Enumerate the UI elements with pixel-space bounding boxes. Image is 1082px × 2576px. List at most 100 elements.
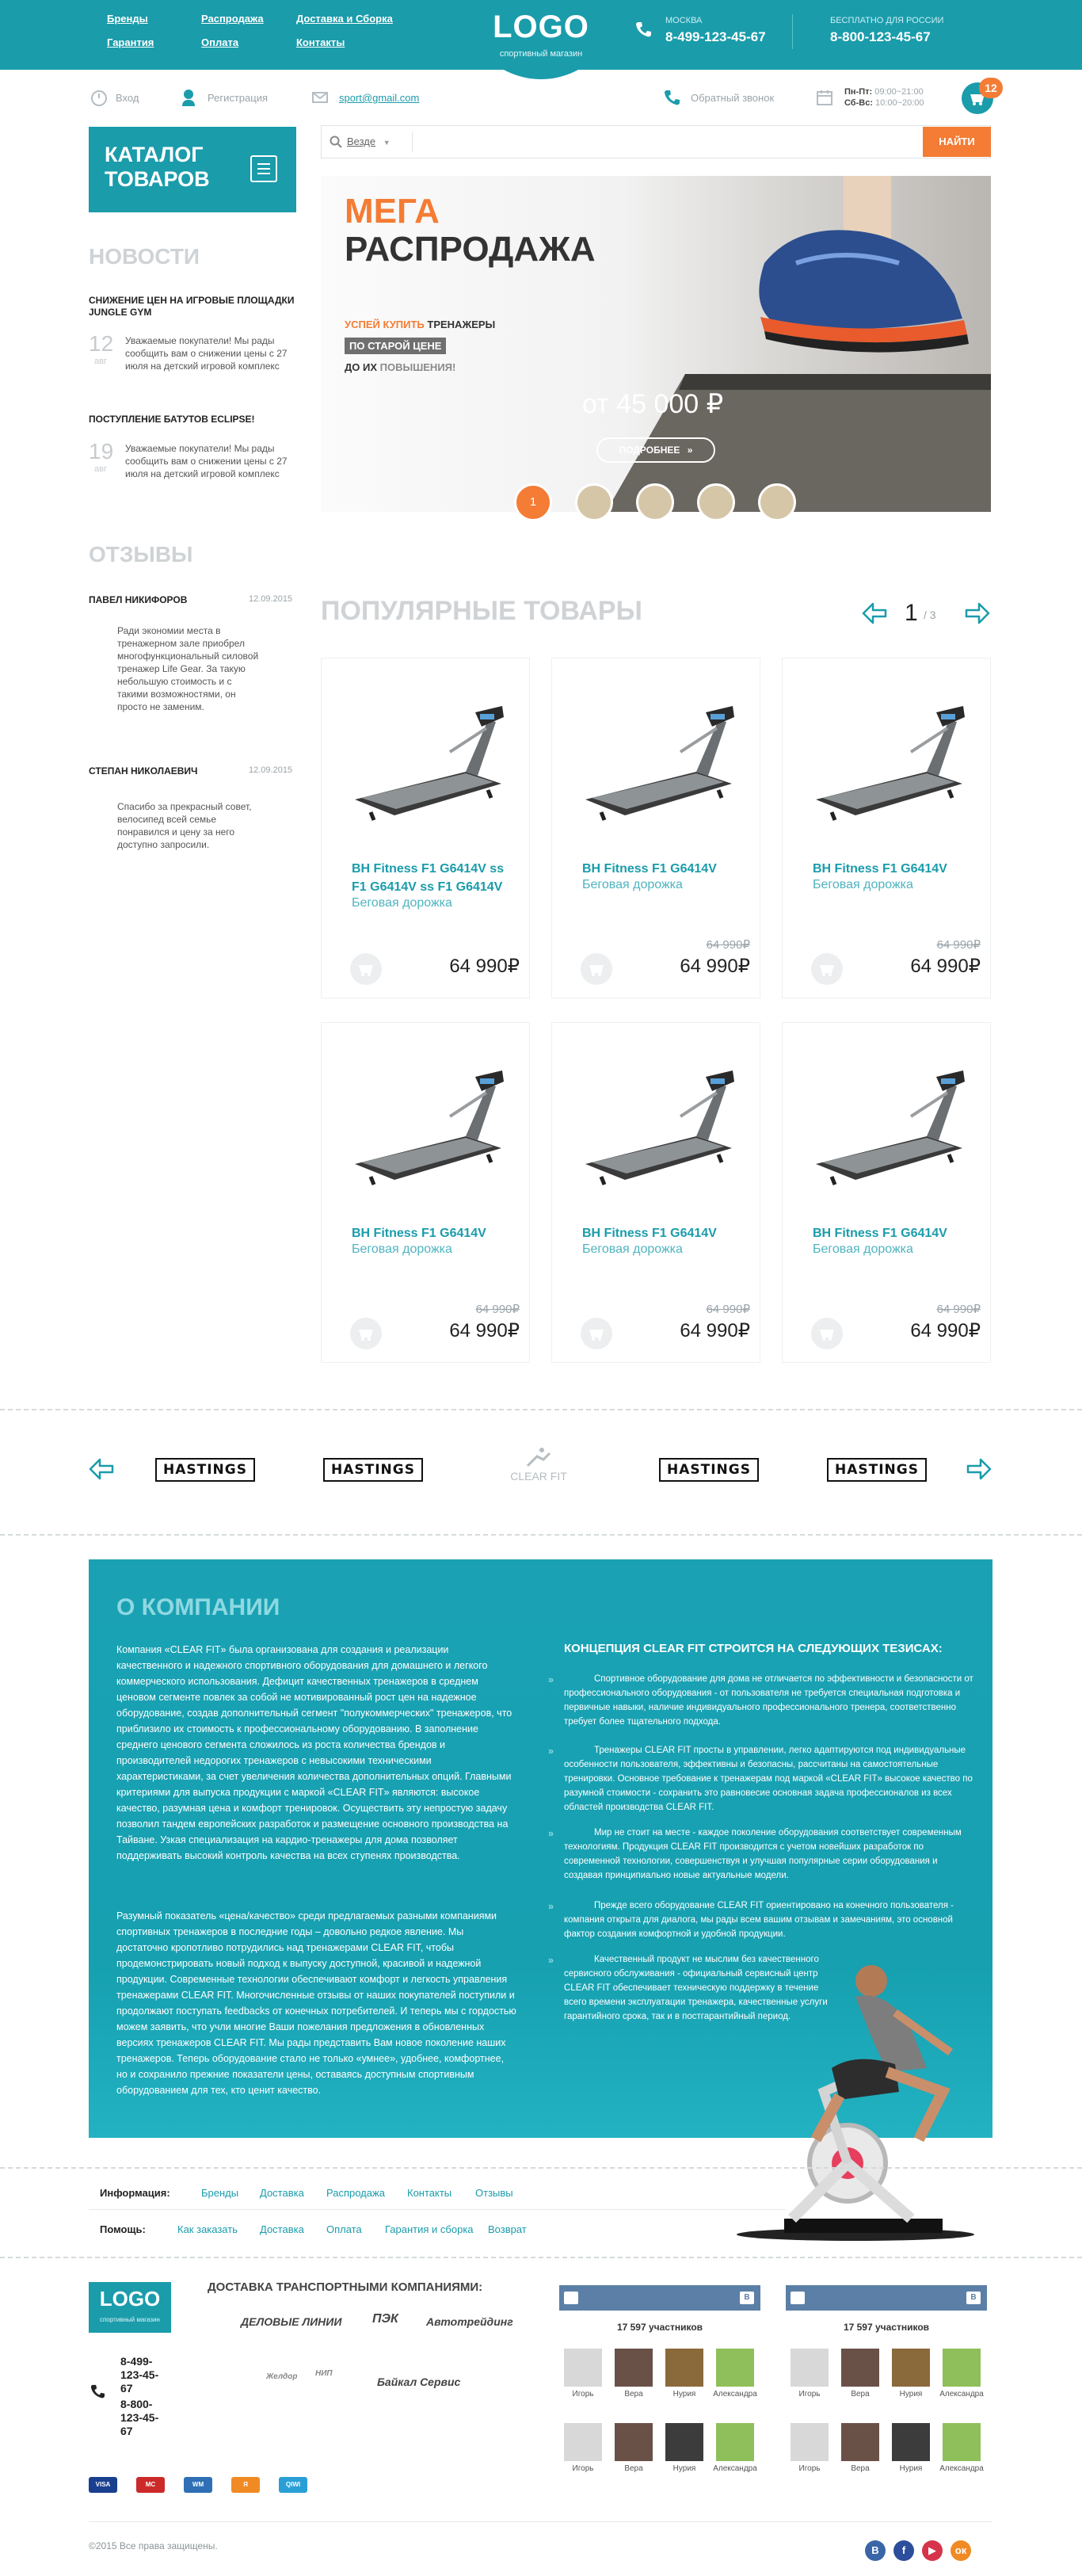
site-logo[interactable]: LOGO — [490, 10, 592, 45]
product-card[interactable]: BH Fitness F1 G6414V ss F1 G6414V ss F1 … — [321, 658, 530, 998]
info-menu-link[interactable]: Контакты — [407, 2187, 451, 2199]
add-to-cart-button[interactable] — [581, 1318, 612, 1349]
nav-warranty[interactable]: Гарантия — [107, 36, 154, 48]
product-card[interactable]: BH Fitness F1 G6414V Беговая дорожка 64 99… — [782, 1022, 991, 1363]
slider-dot-active[interactable]: 1 — [514, 483, 552, 521]
product-card[interactable]: BH Fitness F1 G6414V Беговая дорожка 64 99… — [782, 658, 991, 998]
vk-widget[interactable]: B 17 597 участников Игорь Вера Нурия Александ… — [786, 2285, 987, 2475]
odnoklassniki-icon[interactable]: ок — [951, 2540, 971, 2561]
news-date-month: авг — [94, 357, 107, 366]
brands-prev-button[interactable] — [89, 1456, 114, 1484]
add-to-cart-button[interactable] — [581, 953, 612, 985]
search-input[interactable] — [417, 130, 916, 154]
vk-member-avatar[interactable] — [665, 2423, 703, 2461]
section-divider — [0, 1409, 1082, 1410]
nav-delivery[interactable]: Доставка и Сборка — [296, 13, 393, 25]
treadmill-image[interactable] — [347, 696, 505, 831]
brand-logo-hastings[interactable]: HASTINGS — [155, 1458, 255, 1482]
info-menu-link[interactable]: Распродажа — [326, 2187, 385, 2199]
treadmill-image[interactable] — [808, 696, 966, 831]
slider-dot[interactable] — [636, 483, 674, 521]
youtube-icon[interactable]: ▶ — [922, 2540, 943, 2561]
add-to-cart-button[interactable] — [811, 1318, 843, 1349]
vk-member-avatar[interactable] — [564, 2423, 602, 2461]
product-card[interactable]: BH Fitness F1 G6414V Беговая дорожка 64 99… — [551, 658, 760, 998]
facebook-icon[interactable]: f — [893, 2540, 914, 2561]
info-menu-link[interactable]: Доставка — [260, 2187, 304, 2199]
vk-member-avatar[interactable] — [791, 2423, 829, 2461]
vk-member-avatar[interactable] — [716, 2423, 754, 2461]
add-to-cart-button[interactable] — [350, 1318, 382, 1349]
vk-member-avatar[interactable] — [716, 2349, 754, 2387]
brand-logo-hastings[interactable]: HASTINGS — [659, 1458, 759, 1482]
vk-icon[interactable]: В — [865, 2540, 886, 2561]
vk-member-avatar[interactable] — [943, 2349, 981, 2387]
vk-member-avatar[interactable] — [615, 2349, 653, 2387]
treadmill-image[interactable] — [808, 1061, 966, 1196]
info-menu-link[interactable]: Отзывы — [475, 2187, 513, 2199]
phone-russia[interactable]: 8-800-123-45-67 — [830, 29, 931, 45]
treadmill-image[interactable] — [577, 1061, 736, 1196]
product-card[interactable]: BH Fitness F1 G6414V Беговая дорожка 64 99… — [551, 1022, 760, 1363]
help-menu-link[interactable]: Гарантия и сборка — [385, 2223, 474, 2235]
next-arrow-button[interactable] — [965, 601, 990, 628]
add-to-cart-button[interactable] — [350, 953, 382, 985]
footer-logo-subtitle: спортивный магазин — [100, 2316, 160, 2323]
nav-sale[interactable]: Распродажа — [201, 13, 264, 25]
promo-banner[interactable]: МЕГА РАСПРОДАЖА УСПЕЙ КУПИТЬ ТРЕНАЖЕРЫ П… — [321, 176, 991, 512]
nav-payment[interactable]: Оплата — [201, 36, 238, 48]
review-author: СТЕПАН НИКОЛАЕВИЧ — [89, 765, 198, 777]
email-link[interactable]: sport@gmail.com — [339, 92, 419, 104]
vk-member-avatar[interactable] — [841, 2423, 879, 2461]
vk-member-avatar[interactable] — [892, 2349, 930, 2387]
vk-member-avatar[interactable] — [564, 2349, 602, 2387]
help-menu-link[interactable]: Возврат — [488, 2223, 527, 2235]
callback-link[interactable]: Обратный звонок — [691, 92, 774, 104]
info-menu-link[interactable]: Бренды — [201, 2187, 238, 2199]
slider-dot[interactable] — [758, 483, 796, 521]
login-link[interactable]: Вход — [116, 92, 139, 104]
vk-widget[interactable]: B 17 597 участников Игорь Вера Нурия Александ… — [559, 2285, 760, 2475]
search-scope-select[interactable]: Везде ▼ — [325, 131, 410, 153]
banner-more-button[interactable]: ПОДРОБНЕЕ » — [596, 437, 715, 463]
footer-phone[interactable]: 8-499-123-45-67 — [120, 2355, 170, 2395]
brand-logo-hastings[interactable]: HASTINGS — [323, 1458, 423, 1482]
vk-member-avatar[interactable] — [791, 2349, 829, 2387]
vk-member-avatar[interactable] — [943, 2423, 981, 2461]
news-item-title[interactable]: ПОСТУПЛЕНИЕ БАТУТОВ ECLIPSE! — [89, 414, 296, 426]
treadmill-image[interactable] — [577, 696, 736, 831]
product-name[interactable]: BH Fitness F1 G6414V — [813, 860, 977, 878]
add-to-cart-button[interactable] — [811, 953, 843, 985]
brands-next-button[interactable] — [966, 1456, 992, 1484]
product-card[interactable]: BH Fitness F1 G6414V Беговая дорожка 64 99… — [321, 1022, 530, 1363]
nav-contacts[interactable]: Контакты — [296, 36, 345, 48]
nav-brands[interactable]: Бренды — [107, 13, 148, 25]
vk-group-icon — [791, 2292, 805, 2304]
help-menu-link[interactable]: Доставка — [260, 2223, 304, 2235]
search-button[interactable]: НАЙТИ — [923, 127, 991, 157]
vk-member-name: Игорь — [798, 2464, 821, 2473]
footer-phone[interactable]: 8-800-123-45-67 — [120, 2398, 170, 2438]
help-menu-link[interactable]: Оплата — [326, 2223, 362, 2235]
brand-logo-clearfit[interactable]: CLEAR FIT — [499, 1447, 578, 1483]
product-name[interactable]: BH Fitness F1 G6414V — [352, 1224, 516, 1242]
vk-member-avatar[interactable] — [841, 2349, 879, 2387]
vk-member-avatar[interactable] — [665, 2349, 703, 2387]
news-date-month: авг — [94, 464, 107, 474]
product-name[interactable]: BH Fitness F1 G6414V — [582, 1224, 747, 1242]
vk-member-avatar[interactable] — [892, 2423, 930, 2461]
treadmill-image[interactable] — [347, 1061, 505, 1196]
brand-logo-hastings[interactable]: HASTINGS — [827, 1458, 927, 1482]
product-name[interactable]: BH Fitness F1 G6414V — [582, 860, 747, 878]
slider-dot[interactable] — [575, 483, 613, 521]
product-name[interactable]: BH Fitness F1 G6414V ss F1 G6414V ss F1 … — [352, 860, 516, 896]
news-item-title[interactable]: СНИЖЕНИЕ ЦЕН НА ИГРОВЫЕ ПЛОЩАДКИ JUNGLE … — [89, 295, 296, 319]
phone-moscow[interactable]: 8-499-123-45-67 — [665, 29, 766, 45]
vk-member-avatar[interactable] — [615, 2423, 653, 2461]
carrier-logo: ПЭК — [372, 2312, 398, 2326]
prev-arrow-button[interactable] — [862, 601, 887, 628]
help-menu-link[interactable]: Как заказать — [177, 2223, 238, 2235]
slider-dot[interactable] — [697, 483, 735, 521]
product-name[interactable]: BH Fitness F1 G6414V — [813, 1224, 977, 1242]
register-link[interactable]: Регистрация — [208, 92, 268, 104]
